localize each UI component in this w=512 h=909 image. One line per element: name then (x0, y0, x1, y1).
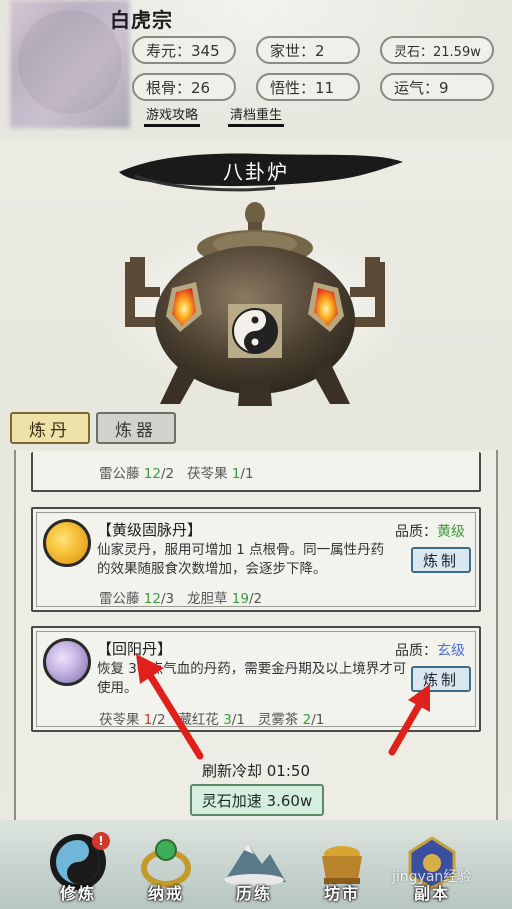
notification-badge: ! (92, 832, 110, 850)
nav-label: 修炼 (59, 884, 96, 903)
nav-label: 坊市 (323, 884, 360, 903)
watermark: jingyan经验 (392, 869, 472, 885)
nav-ring[interactable]: 纳戒 (126, 832, 206, 906)
refresh-cooldown: 刷新冷却 01:50 (202, 762, 310, 780)
nav-cultivate[interactable]: ! 修炼 (38, 832, 118, 906)
nav-label: 历练 (235, 884, 272, 903)
nav-market[interactable]: 坊市 (302, 832, 382, 906)
speed-up-button[interactable]: 灵石加速 3.60w (190, 784, 324, 816)
nav-trial[interactable]: 历练 (214, 832, 294, 906)
nav-label: 纳戒 (147, 884, 184, 903)
